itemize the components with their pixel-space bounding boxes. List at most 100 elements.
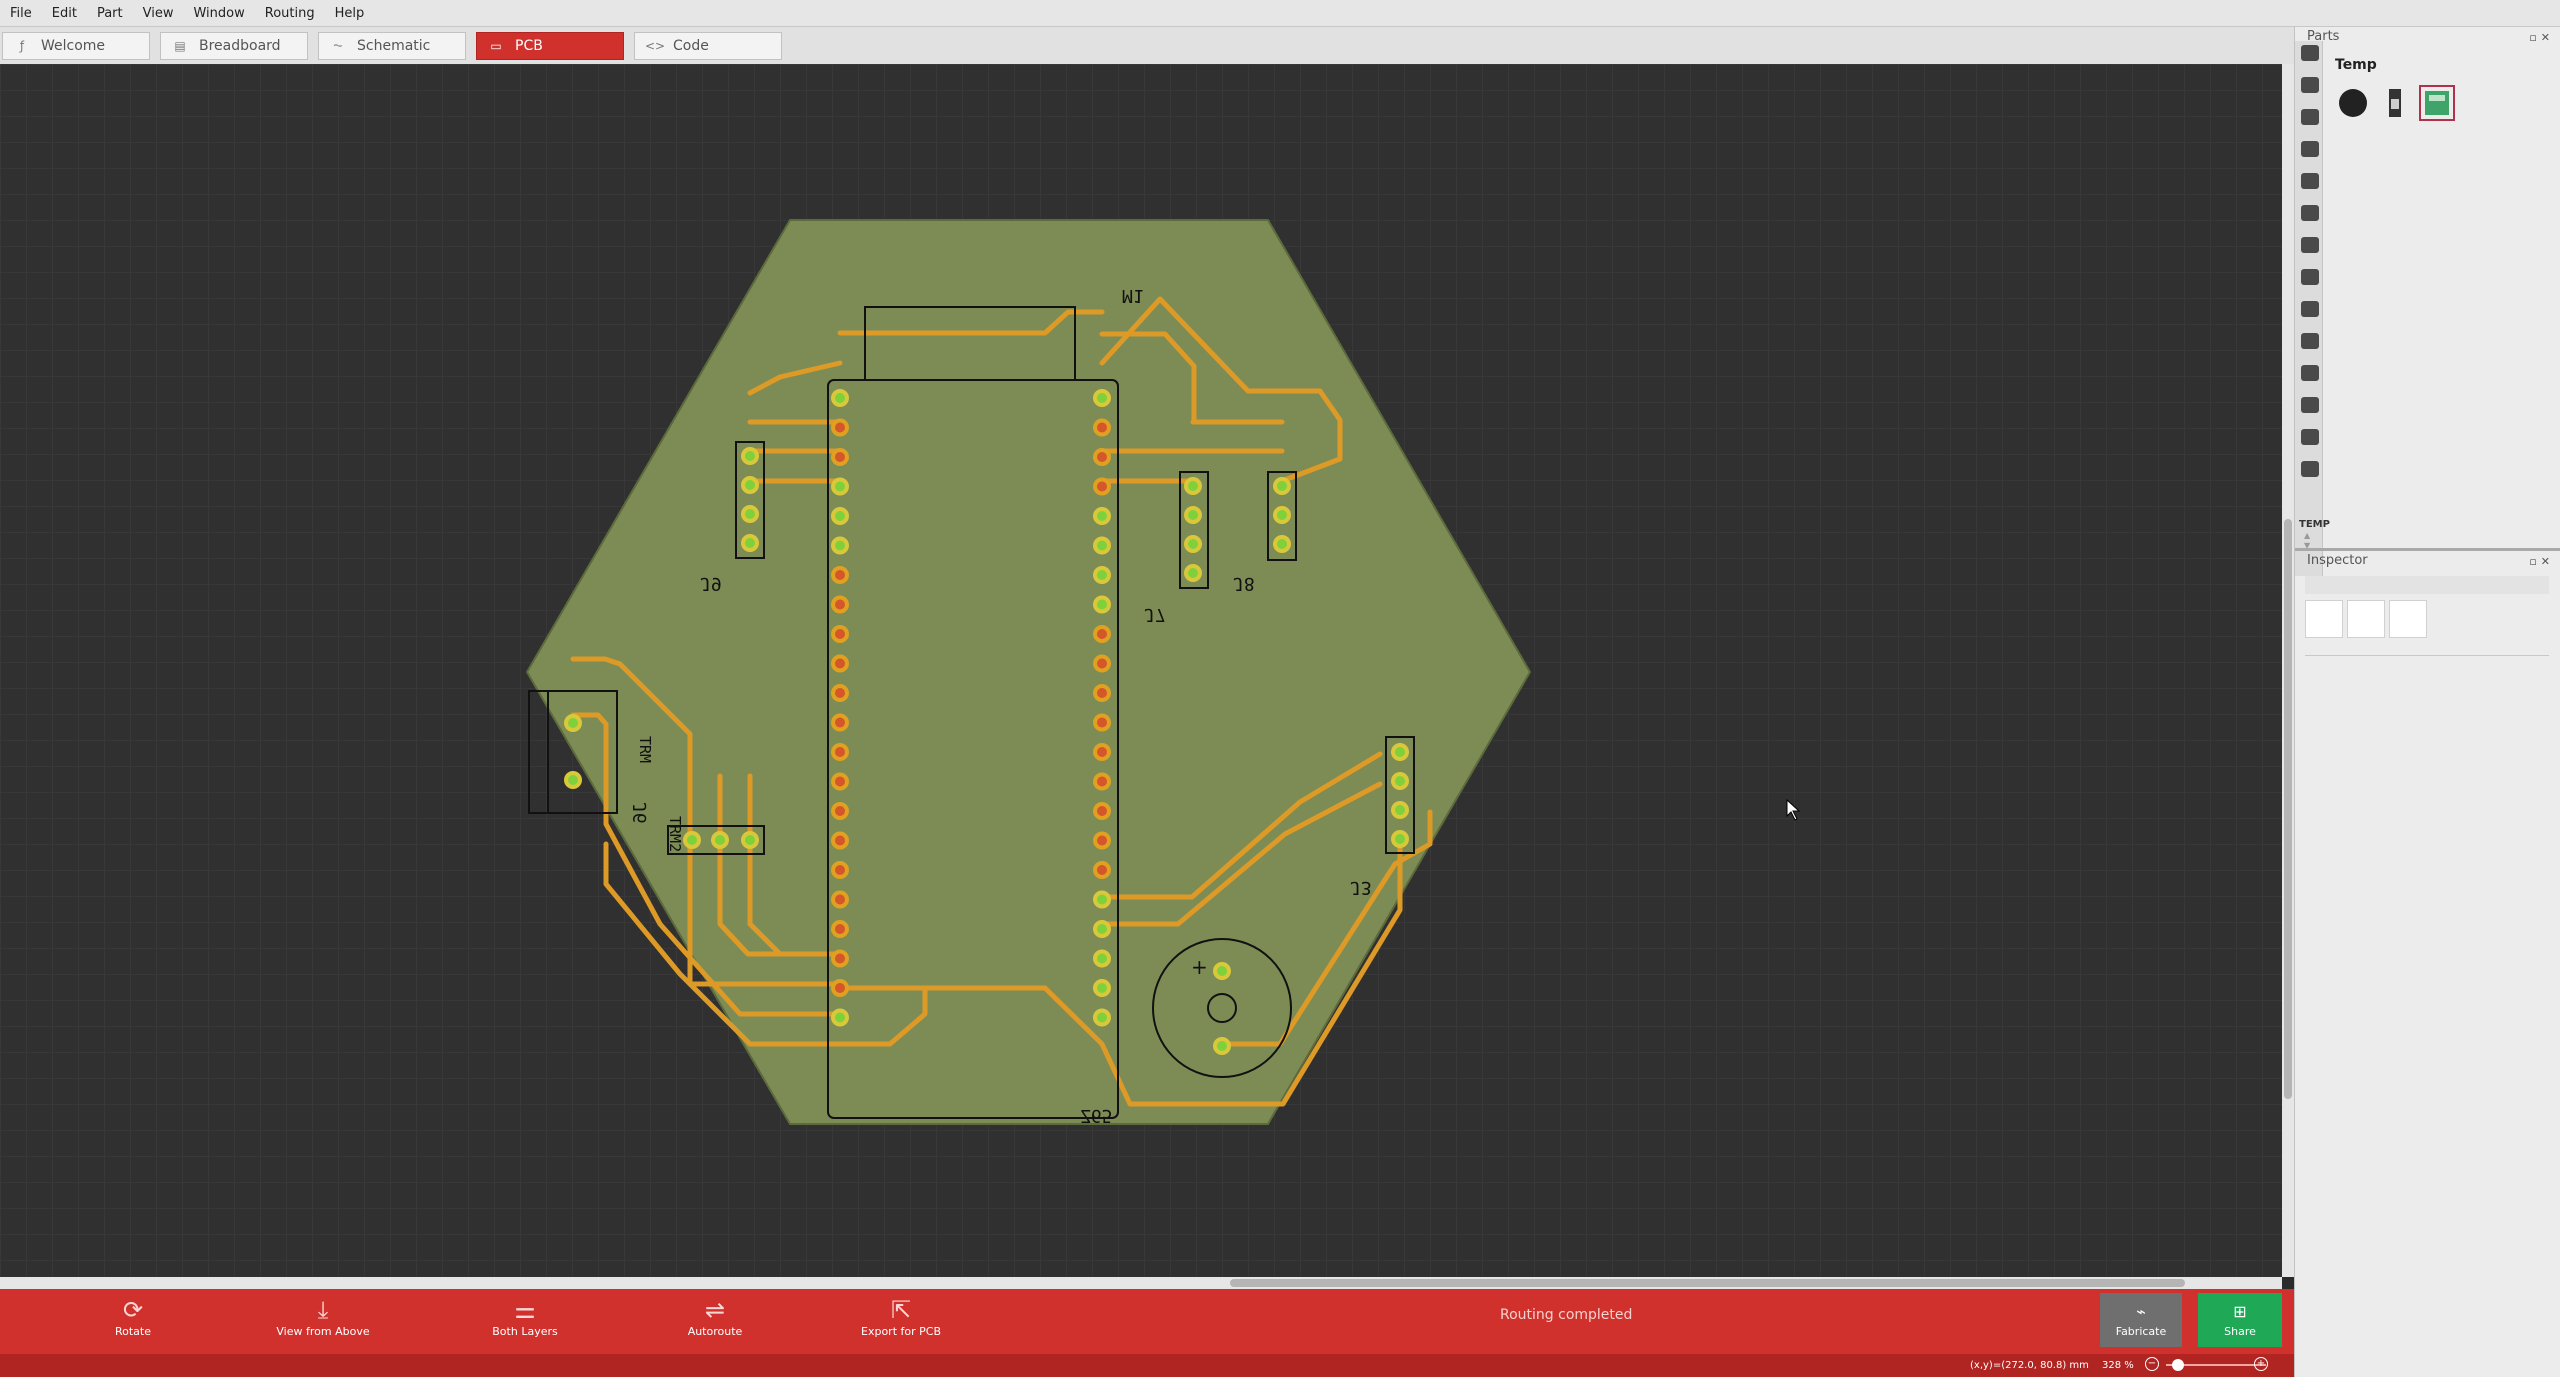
esp-left-pad-hole	[835, 924, 845, 934]
export-icon: ⇱	[890, 1296, 912, 1324]
esp-left-pad-hole	[835, 540, 845, 551]
view-from-above-label: View from Above	[276, 1325, 370, 1338]
bin-sparkfun-icon[interactable]	[2301, 173, 2319, 189]
menu-edit[interactable]: Edit	[52, 6, 77, 21]
j8-pad-hole	[1277, 510, 1287, 520]
dock-splitter[interactable]	[2295, 548, 2560, 551]
tab-schematic[interactable]: ⏦ Schematic	[318, 31, 466, 60]
tab-pcb[interactable]: ▭ PCB	[476, 31, 624, 60]
esp-right-pad-hole	[1097, 865, 1107, 875]
bin-board-icon[interactable]	[2301, 333, 2319, 349]
j7-pad-hole	[1188, 568, 1198, 578]
esp-right-pad-hole	[1097, 717, 1107, 728]
fabricate-icon: ⌁	[2136, 1302, 2146, 1321]
inspector-panel-controls[interactable]: ▫✕	[2529, 555, 2554, 568]
autoroute-button[interactable]: ⇌ Autoroute	[640, 1295, 790, 1338]
esp-right-pad-hole	[1097, 570, 1107, 580]
tab-code[interactable]: <> Code	[634, 31, 782, 60]
esp-right-pad-hole	[1097, 688, 1107, 698]
j9-pad-hole	[745, 480, 755, 490]
bin-arduino-icon[interactable]	[2301, 109, 2319, 125]
zoom-in-icon[interactable]: +	[2254, 1357, 2268, 1371]
bin-resistor-icon[interactable]	[2301, 237, 2319, 253]
j6-pad-hole	[715, 835, 725, 845]
esp-right-pad-hole	[1097, 953, 1107, 964]
bin-hex-icon[interactable]	[2301, 461, 2319, 477]
share-button[interactable]: ⊞ Share	[2198, 1293, 2282, 1347]
vertical-scrollbar[interactable]	[2282, 64, 2294, 1277]
horizontal-scroll-thumb[interactable]	[1230, 1279, 2185, 1287]
esp-left-pad-hole	[835, 658, 845, 669]
both-layers-button[interactable]: ⚌ Both Layers	[450, 1295, 600, 1338]
part-buzzer[interactable]	[2335, 85, 2371, 121]
tab-breadboard[interactable]: ▤ Breadboard	[160, 31, 308, 60]
parts-bin-tabs: TEMP ▲ ▼	[2295, 41, 2330, 576]
esp-right-pad-hole	[1097, 983, 1107, 993]
label-m1: M1	[1122, 285, 1144, 306]
view-from-above-button[interactable]: ⤓ View from Above	[248, 1295, 398, 1338]
esp-right-pad-hole	[1097, 599, 1107, 610]
bin-more-icon[interactable]	[2301, 301, 2319, 317]
bin-chip-icon[interactable]	[2301, 269, 2319, 285]
bin-adafruit-icon[interactable]	[2301, 205, 2319, 221]
trm-pad-hole	[568, 718, 578, 728]
export-for-pcb-button[interactable]: ⇱ Export for PCB	[826, 1295, 976, 1338]
bin-core-icon[interactable]	[2301, 45, 2319, 61]
esp-left-pad-hole	[835, 452, 845, 462]
horizontal-scrollbar[interactable]	[0, 1277, 2282, 1289]
j8-pad-hole	[1277, 539, 1287, 549]
menu-file[interactable]: File	[10, 6, 32, 21]
esp-right-pad-hole	[1097, 481, 1107, 492]
esp-left-pad-hole	[835, 806, 845, 816]
bin-temp-tab[interactable]: TEMP	[2299, 519, 2330, 530]
cursor-coordinates: (x,y)=(272.0, 80.8) mm	[1970, 1360, 2089, 1371]
fabricate-label: Fabricate	[2115, 1325, 2167, 1338]
label-z65: Z65	[1080, 1105, 1113, 1126]
bin-mine-icon[interactable]	[2301, 77, 2319, 93]
label-j8: J8	[1233, 573, 1255, 594]
pcb-icon: ▭	[490, 38, 502, 53]
bin-omega-icon[interactable]	[2301, 429, 2319, 445]
esp-left-pad-hole	[835, 776, 845, 787]
zoom-out-icon[interactable]: −	[2145, 1357, 2159, 1371]
tab-welcome[interactable]: ƒ Welcome	[2, 31, 150, 60]
esp-left-pad-hole	[835, 1012, 845, 1023]
part-pcb-selected[interactable]	[2419, 85, 2455, 121]
vertical-scroll-thumb[interactable]	[2284, 519, 2292, 1099]
module-part-icon	[2389, 89, 2401, 117]
j8-pad-hole	[1277, 481, 1287, 491]
bin-snap-icon[interactable]	[2301, 397, 2319, 413]
esp-left-pad-hole	[835, 599, 845, 610]
parts-bin-title: Temp	[2335, 57, 2377, 73]
right-dock: Parts ▫✕ TEMP ▲ ▼ Temp Inspector ▫✕	[2294, 27, 2560, 1377]
menu-routing[interactable]: Routing	[265, 6, 315, 21]
esp-left-pad-hole	[835, 717, 845, 728]
esp-left-pad-hole	[835, 481, 845, 492]
j3-pad-hole	[1395, 805, 1405, 815]
fabricate-button[interactable]: ⌁ Fabricate	[2100, 1293, 2182, 1347]
status-bar: (x,y)=(272.0, 80.8) mm 328 % − +	[0, 1354, 2294, 1377]
bin-seeed-icon[interactable]	[2301, 141, 2319, 157]
part-esp-module[interactable]	[2377, 85, 2413, 121]
pcb-canvas[interactable]: + M1 J9 J7 J8 TRM J6 TRM2 J3 Z65 fritzin…	[0, 64, 2282, 1277]
inspector-title-field	[2305, 576, 2549, 594]
menu-part[interactable]: Part	[97, 6, 123, 21]
pcb-drawing: + M1 J9 J7 J8 TRM J6 TRM2 J3 Z65	[526, 219, 1801, 1126]
bottom-toolbar: ⟳ Rotate ⤓ View from Above ⚌ Both Layers…	[0, 1289, 2294, 1354]
fritzing-f-icon: ƒ	[19, 38, 25, 53]
j7-pad-hole	[1188, 539, 1198, 549]
rotate-button[interactable]: ⟳ Rotate	[58, 1295, 208, 1338]
code-icon: <>	[645, 38, 666, 53]
menu-view[interactable]: View	[143, 6, 174, 21]
menu-help[interactable]: Help	[335, 6, 365, 21]
esp-right-pad-hole	[1097, 511, 1107, 521]
label-j7: J7	[1144, 604, 1166, 625]
tab-schematic-label: Schematic	[357, 37, 431, 54]
parts-panel-controls[interactable]: ▫✕	[2529, 31, 2554, 44]
inspector-schematic-preview	[2347, 600, 2385, 638]
menu-window[interactable]: Window	[193, 6, 244, 21]
esp-left-pad-hole	[835, 393, 845, 403]
zoom-slider-handle[interactable]	[2172, 1359, 2184, 1371]
bin-antenna-icon[interactable]	[2301, 365, 2319, 381]
autoroute-label: Autoroute	[687, 1325, 743, 1338]
